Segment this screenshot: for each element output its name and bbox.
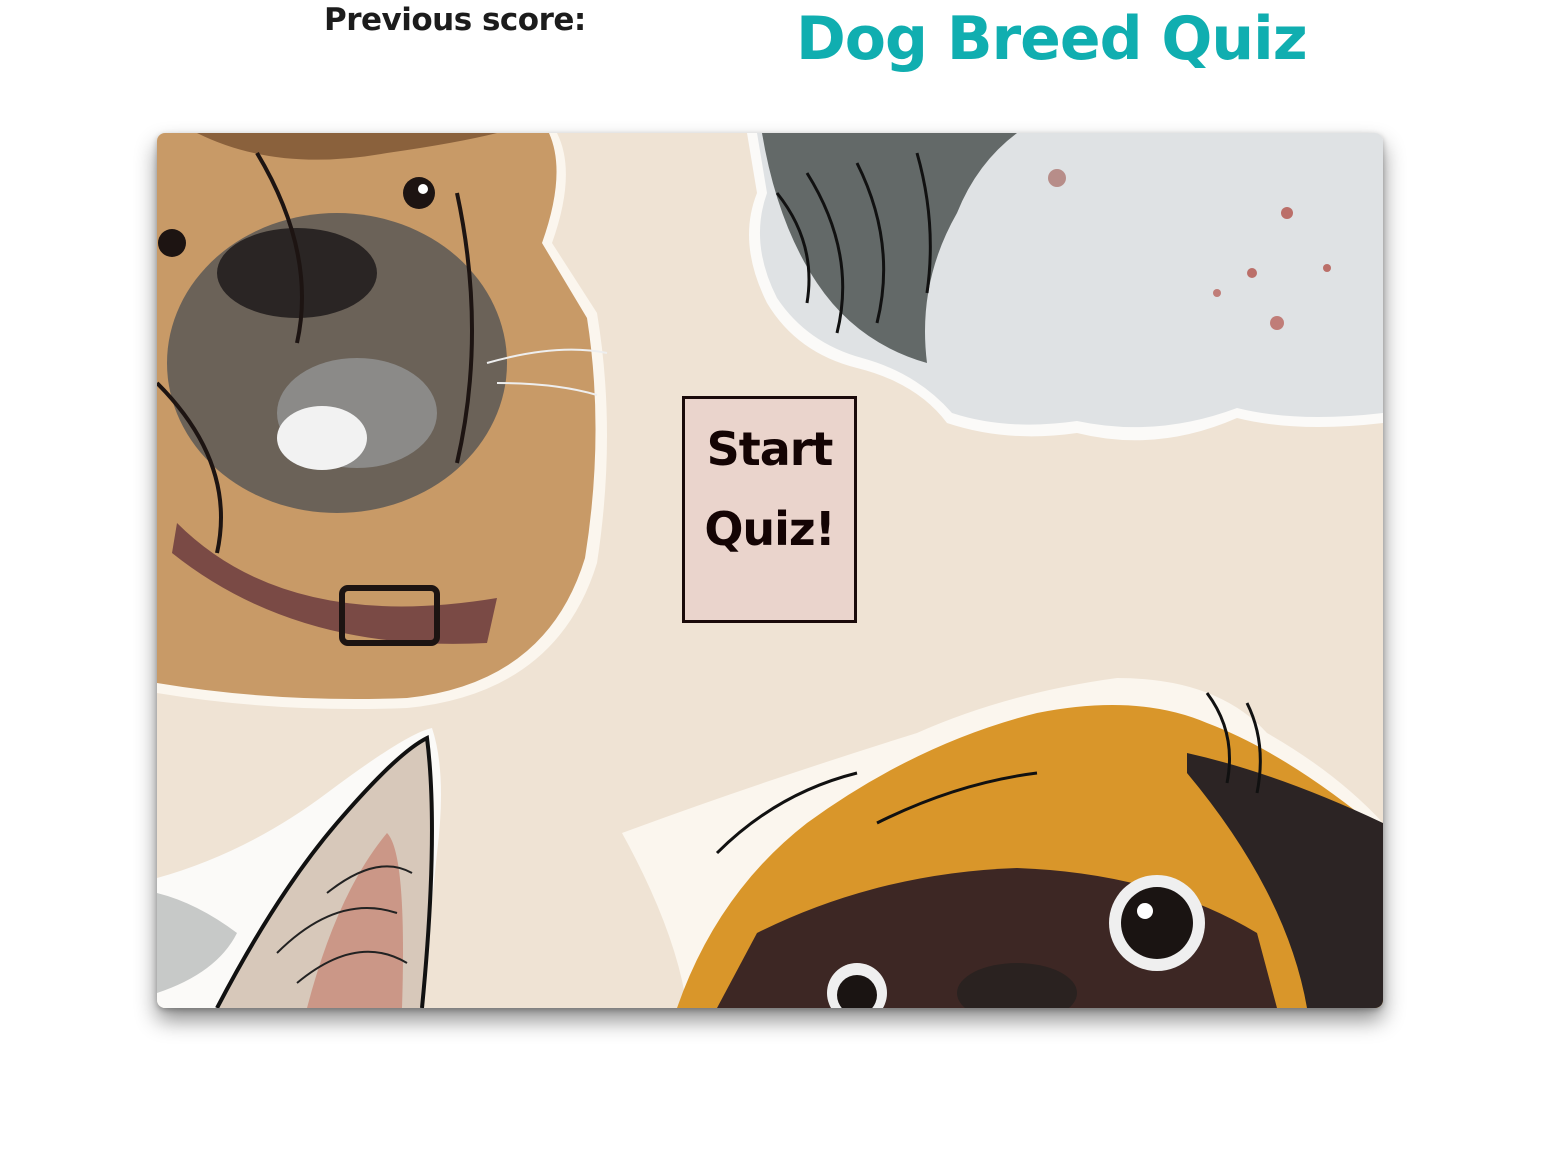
start-quiz-label-line2: Quiz! bbox=[704, 502, 835, 556]
page: Previous score: Dog Breed Quiz Start Qui… bbox=[0, 0, 1547, 1154]
page-title: Dog Breed Quiz bbox=[796, 4, 1308, 74]
start-quiz-button[interactable]: Start Quiz! bbox=[682, 396, 857, 623]
boxer-dog-icon bbox=[157, 133, 608, 709]
shaggy-white-dog-icon bbox=[747, 133, 1383, 441]
previous-score: Previous score: bbox=[324, 2, 596, 38]
pug-dog-icon bbox=[622, 678, 1383, 1008]
quiz-board: Start Quiz! bbox=[157, 133, 1383, 1008]
start-quiz-label-line1: Start bbox=[706, 422, 834, 476]
dog-ear-icon bbox=[157, 728, 441, 1008]
previous-score-label: Previous score: bbox=[324, 2, 586, 38]
